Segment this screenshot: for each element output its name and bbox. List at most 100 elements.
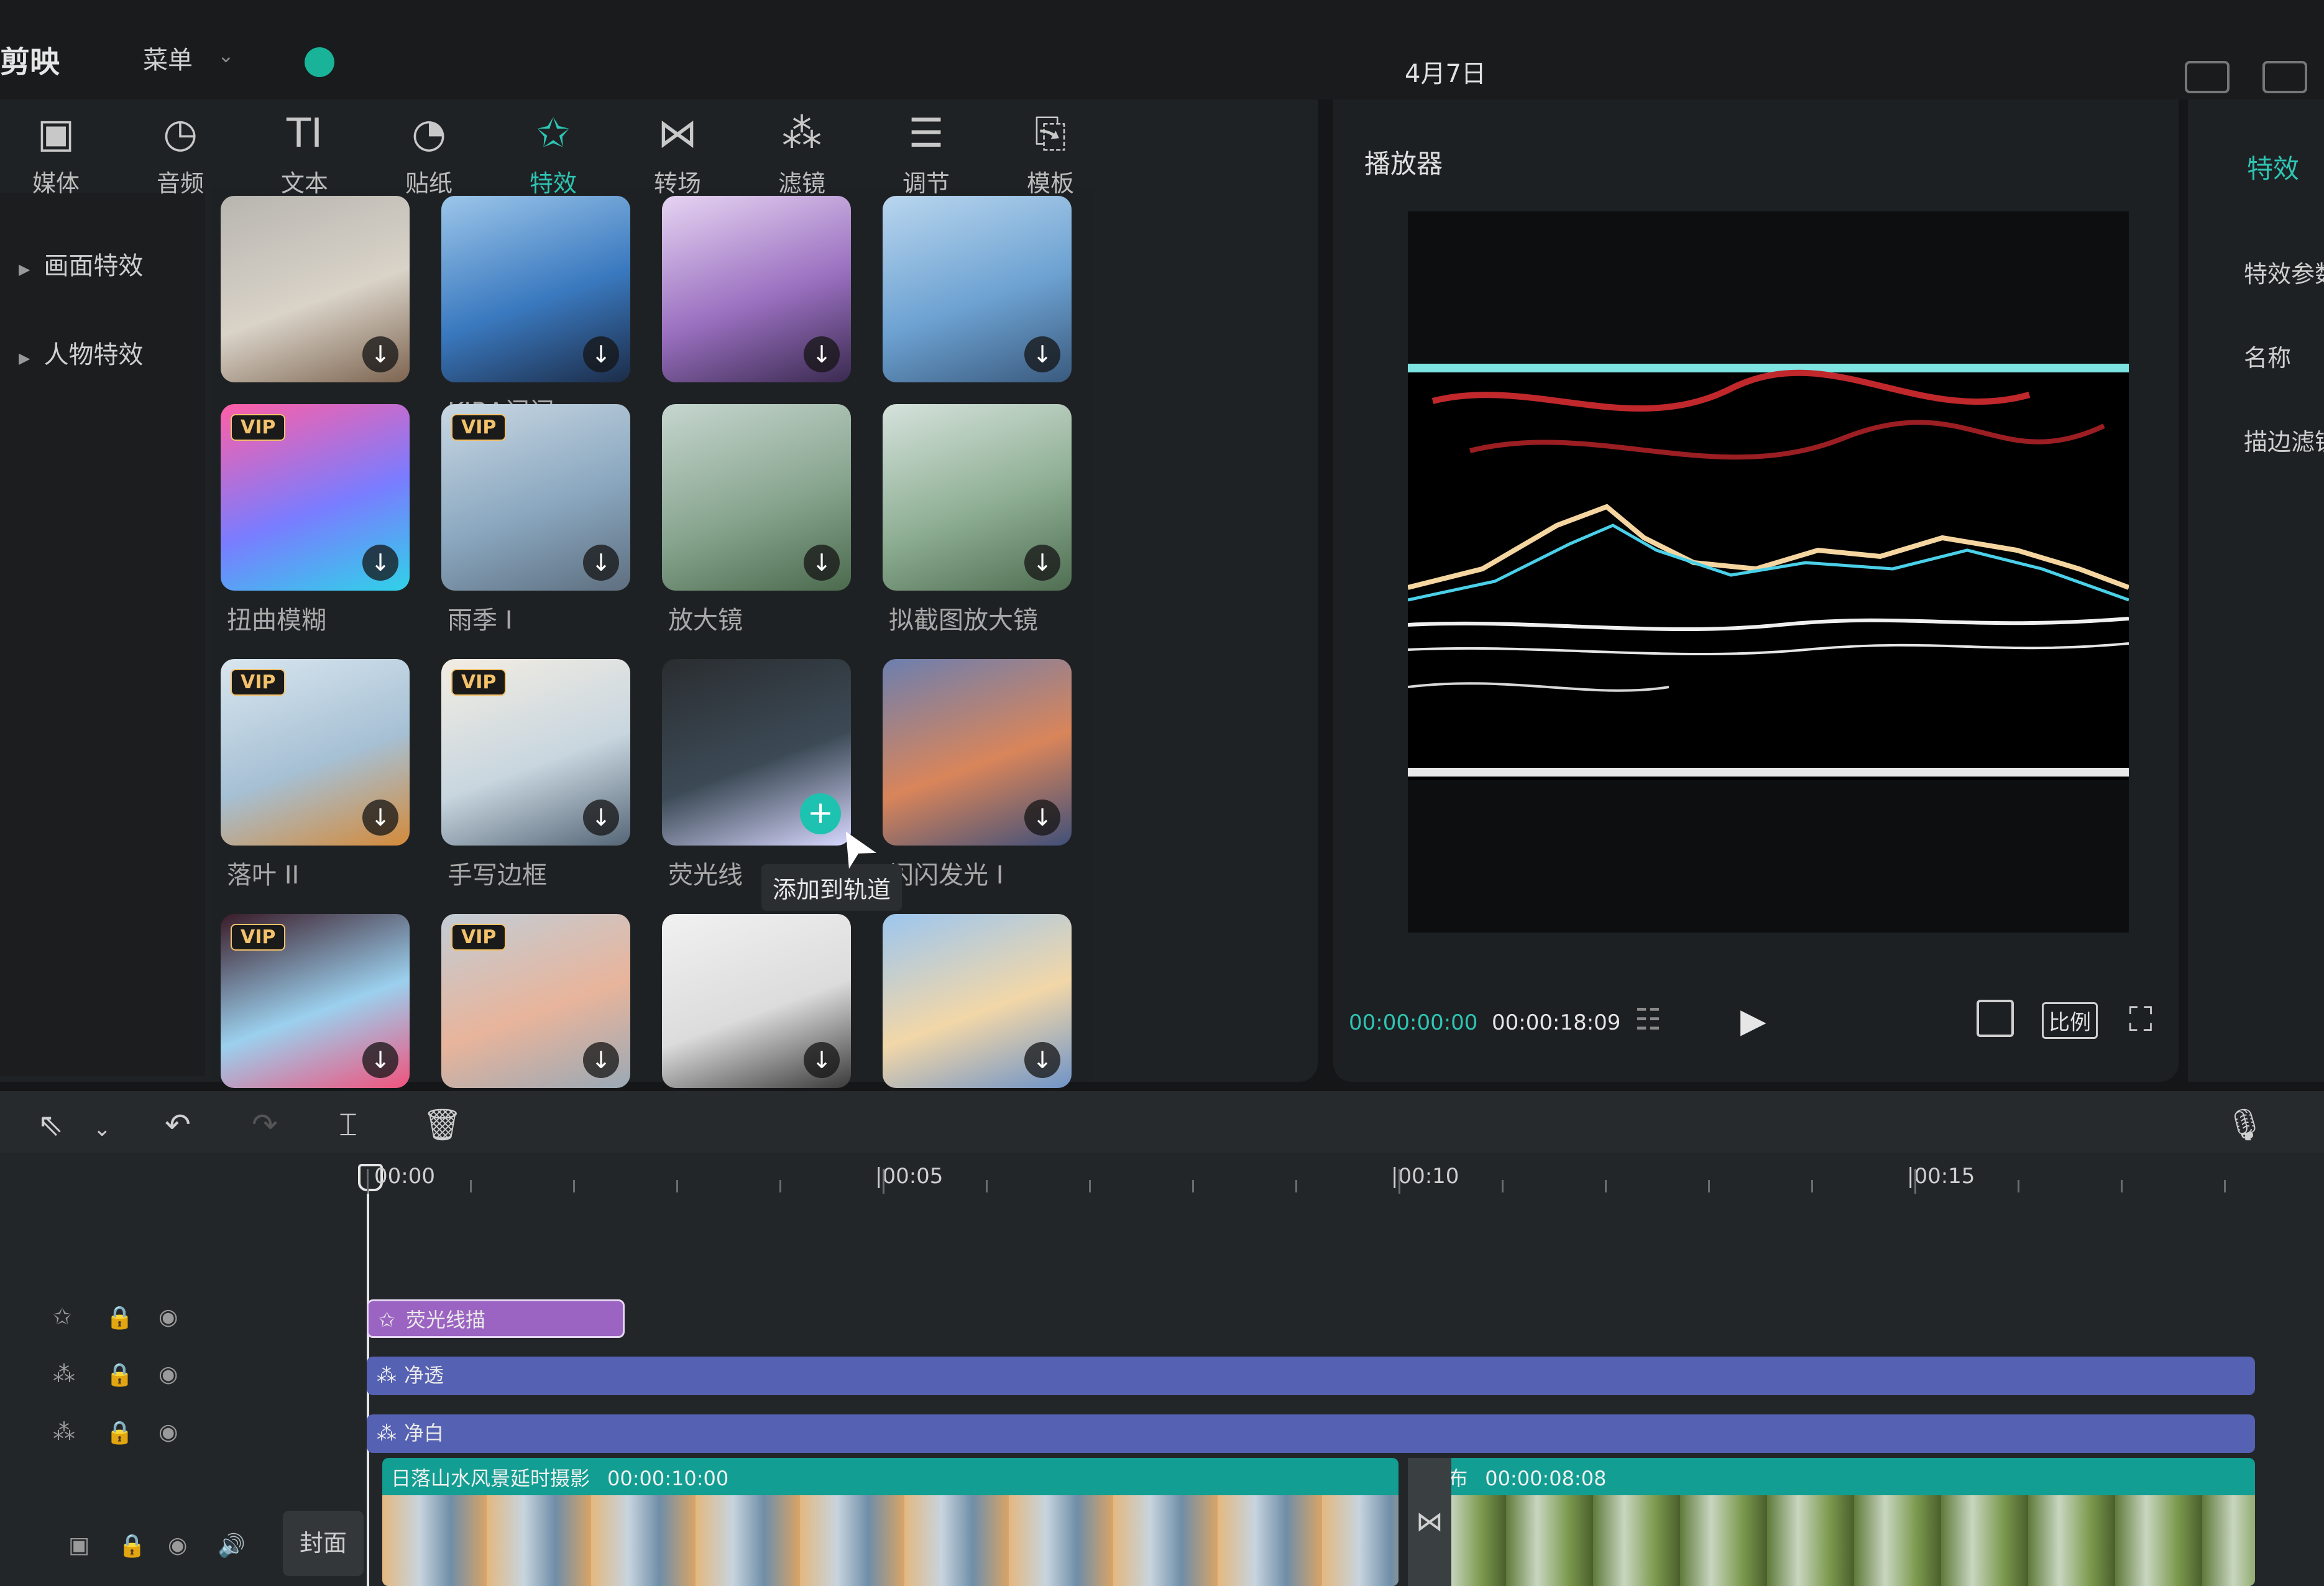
ruler-tick: [1089, 1180, 1091, 1192]
download-icon[interactable]: ↓: [362, 800, 398, 836]
effect-card[interactable]: ↓: [662, 914, 851, 1088]
filter-clip[interactable]: ⁂ 净白: [367, 1414, 2255, 1453]
lock-icon[interactable]: 🔒: [118, 1533, 146, 1559]
ruler-tick: [883, 1169, 884, 1194]
tab-filter[interactable]: ⁂ 滤镜: [746, 106, 858, 198]
download-icon[interactable]: ↓: [362, 1042, 398, 1078]
neon-landscape-image: [1408, 364, 2129, 780]
filter-track-icon: ⁂: [377, 1363, 397, 1387]
video-clip[interactable]: 日落山水风景延时摄影 00:00:10:00: [382, 1458, 1399, 1586]
download-icon[interactable]: ↓: [362, 336, 398, 372]
effect-label: 雨季 I: [448, 606, 513, 635]
tab-effects[interactable]: ✩ 特效: [497, 106, 609, 198]
effect-card[interactable]: VIP ↓: [441, 404, 630, 591]
eye-icon[interactable]: ◉: [158, 1304, 178, 1330]
clip-duration: 00:00:08:08: [1485, 1467, 1607, 1490]
menu-button[interactable]: 菜单: [143, 40, 193, 76]
download-icon[interactable]: ↓: [362, 545, 398, 581]
effect-card[interactable]: ↓: [883, 659, 1072, 846]
download-icon[interactable]: ↓: [583, 800, 619, 836]
download-icon[interactable]: ↓: [1024, 336, 1060, 372]
audio-icon: ◷: [163, 111, 198, 157]
delete-icon[interactable]: 🗑: [423, 1107, 462, 1143]
inspector-panel: [2188, 99, 2324, 1082]
vip-badge: VIP: [231, 414, 286, 441]
chevron-down-icon[interactable]: ⌄: [218, 44, 234, 67]
ruler-tick-label: |00:10: [1391, 1164, 1459, 1189]
download-icon[interactable]: ↓: [1024, 1042, 1060, 1078]
download-icon[interactable]: ↓: [804, 336, 840, 372]
effect-track-icon: ✩: [379, 1308, 395, 1332]
category-character-effects[interactable]: ▶ 人物特效: [19, 334, 143, 371]
tab-text[interactable]: TI 文本: [249, 106, 361, 198]
download-icon[interactable]: ↓: [804, 545, 840, 581]
effect-card[interactable]: ↓: [883, 404, 1072, 591]
tab-template[interactable]: ⎘ 模板: [994, 106, 1106, 198]
video-clip-header: 日落山水风景延时摄影 00:00:10:00: [391, 1463, 728, 1491]
redo-icon[interactable]: ↷: [252, 1107, 278, 1143]
ruler-tick-label: |00:15: [1907, 1164, 1975, 1189]
download-icon[interactable]: ↓: [1024, 800, 1060, 836]
lock-icon[interactable]: 🔒: [106, 1362, 134, 1388]
eye-icon[interactable]: ◉: [168, 1533, 187, 1558]
volume-icon[interactable]: 🔊: [218, 1533, 246, 1559]
effect-card[interactable]: VIP ↓: [221, 659, 410, 846]
effect-card[interactable]: VIP ↓: [441, 914, 630, 1088]
tab-adjust[interactable]: ☰ 调节: [870, 106, 982, 198]
cover-button[interactable]: 封面: [283, 1511, 364, 1576]
chevron-down-icon[interactable]: ⌄: [93, 1117, 111, 1141]
play-icon[interactable]: ▶: [1740, 1001, 1766, 1040]
download-icon[interactable]: ↓: [1024, 545, 1060, 581]
tab-label: 文本: [280, 170, 328, 197]
vip-badge: VIP: [231, 924, 286, 951]
list-icon[interactable]: ☷: [1635, 1002, 1661, 1037]
effect-clip[interactable]: ✩ 荧光线描: [367, 1299, 625, 1338]
tab-audio[interactable]: ◷ 音频: [124, 106, 236, 198]
select-cursor-icon[interactable]: ⇖: [37, 1107, 63, 1143]
lock-icon[interactable]: 🔒: [106, 1304, 134, 1330]
undo-icon[interactable]: ↶: [165, 1107, 191, 1143]
add-icon[interactable]: +: [800, 793, 841, 834]
ratio-button[interactable]: 比例: [2042, 1002, 2098, 1039]
effect-card[interactable]: ↓: [441, 196, 630, 382]
effect-card[interactable]: ↓: [221, 196, 410, 382]
effect-card[interactable]: VIP ↓: [221, 404, 410, 591]
tab-transition[interactable]: ⋈ 转场: [622, 106, 733, 198]
ruler-tick: [779, 1180, 781, 1192]
effect-label: 扭曲模糊: [227, 606, 326, 635]
effect-label: 闪闪发光 I: [889, 861, 1004, 890]
split-icon[interactable]: ⌶: [339, 1107, 357, 1143]
layout-icon[interactable]: [2185, 61, 2230, 93]
tab-media[interactable]: ▣ 媒体: [0, 106, 112, 198]
tab-effects[interactable]: 特效: [2247, 148, 2299, 186]
effect-card[interactable]: +: [662, 659, 851, 846]
category-scene-effects[interactable]: ▶ 画面特效: [19, 246, 143, 282]
effect-card[interactable]: ↓: [662, 404, 851, 591]
filter-clip[interactable]: ⁂ 净透: [367, 1357, 2255, 1395]
tab-sticker[interactable]: ◔ 贴纸: [373, 106, 485, 198]
effect-card[interactable]: ↓: [883, 914, 1072, 1088]
zoom-icon[interactable]: [1977, 1000, 2014, 1037]
video-clip[interactable]: 瀑布00:00:08:08: [1419, 1458, 2255, 1586]
effect-card[interactable]: ↓: [662, 196, 851, 382]
expand-triangle-icon: ▶: [19, 349, 30, 367]
lock-icon[interactable]: 🔒: [106, 1419, 134, 1445]
download-icon[interactable]: ↓: [583, 545, 619, 581]
microphone-icon[interactable]: 🎙: [2225, 1107, 2264, 1143]
fullscreen-icon[interactable]: ⛶: [2129, 1000, 2152, 1040]
effect-card[interactable]: VIP ↓: [441, 659, 630, 846]
download-icon[interactable]: ↓: [583, 1042, 619, 1078]
ruler-tick: [1708, 1180, 1710, 1192]
eye-icon[interactable]: ◉: [158, 1419, 178, 1445]
download-icon[interactable]: ↓: [583, 336, 619, 372]
export-icon[interactable]: [2262, 61, 2307, 93]
download-icon[interactable]: ↓: [804, 1042, 840, 1078]
effect-card[interactable]: VIP ↓: [221, 914, 410, 1088]
ruler-tick: [1811, 1180, 1813, 1192]
vip-badge: VIP: [451, 414, 507, 441]
eye-icon[interactable]: ◉: [158, 1362, 178, 1387]
transition-icon[interactable]: ⋈: [1408, 1458, 1451, 1586]
name-label: 名称: [2244, 344, 2292, 372]
clip-duration: 00:00:10:00: [607, 1467, 729, 1490]
effect-card[interactable]: ↓: [883, 196, 1072, 382]
